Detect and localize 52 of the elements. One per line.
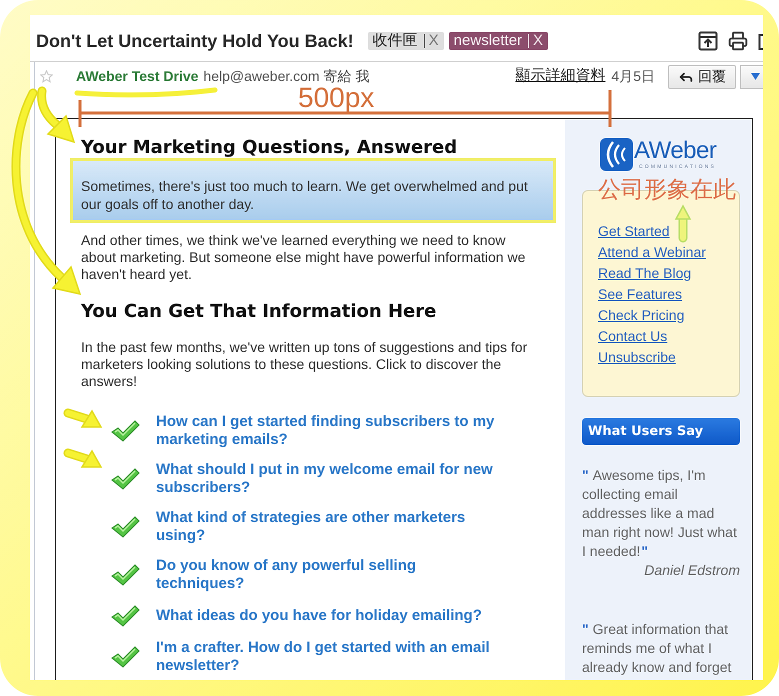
- annotation-arrow: [64, 448, 102, 468]
- remove-label-button[interactable]: X: [528, 34, 544, 48]
- question-link[interactable]: Do you know of any powerful selling techniques?: [156, 557, 504, 593]
- sidebar-link[interactable]: Contact Us: [598, 326, 668, 347]
- email-subject: Don't Let Uncertainty Hold You Back!: [36, 30, 354, 53]
- logo-icon: [600, 138, 633, 171]
- sidebar-link[interactable]: Read The Blog: [598, 263, 692, 284]
- sidebar-link[interactable]: Get Started: [598, 221, 670, 242]
- archive-box-icon[interactable]: [698, 31, 718, 51]
- remove-label-button[interactable]: X: [424, 34, 439, 48]
- check-mark-icon: [111, 646, 140, 668]
- body-paragraph: In the past few months, we've written up tons of suggestions and tips for marketers looking solutions to these questions. Click to discover the answers!: [81, 339, 528, 390]
- more-options-button[interactable]: [740, 64, 763, 88]
- check-mark-icon: [111, 516, 140, 538]
- check-mark-icon: [111, 468, 140, 490]
- sidebar-link[interactable]: Attend a Webinar: [598, 242, 706, 263]
- printer-icon[interactable]: [728, 31, 748, 51]
- annotation-note: 公司形象在此: [598, 176, 736, 202]
- sidebar-link[interactable]: Unsubscribe: [598, 347, 676, 368]
- testimonial-author: Daniel Edstrom: [644, 561, 740, 580]
- testimonial-quote: " Great information that reminds me of what I already know and forget: [582, 620, 732, 677]
- sender-name: AWeber Test Drive: [76, 67, 198, 86]
- question-link[interactable]: What ideas do you have for holiday emailing?: [156, 607, 504, 625]
- section-heading: Your Marketing Questions, Answered: [81, 137, 458, 158]
- annotation-arrow: [674, 204, 692, 242]
- label-text: newsletter: [454, 32, 522, 50]
- star-icon[interactable]: [40, 70, 53, 83]
- check-mark-icon: [111, 605, 140, 627]
- recipient-text: 寄給 我: [324, 67, 370, 86]
- section-heading: You Can Get That Information Here: [81, 301, 436, 322]
- highlighted-paragraph: Sometimes, there's just too much to learn. We get overwhelmed and put our goals off to another day.: [70, 158, 556, 223]
- logo-text: AWeber: [634, 138, 716, 164]
- question-link[interactable]: What kind of strategies are other marketers using?: [156, 509, 504, 545]
- question-link[interactable]: What should I put in my welcome email for new subscribers?: [156, 461, 504, 497]
- sidebar-link[interactable]: Check Pricing: [598, 305, 684, 326]
- dimension-label: 500px: [298, 83, 374, 113]
- message-date: 4月5日: [611, 67, 655, 86]
- check-mark-icon: [111, 564, 140, 586]
- annotation-arrow: [64, 408, 102, 428]
- label-text: 收件匣: [372, 32, 418, 50]
- testimonial-quote: " Awesome tips, I'm collecting email addresses like a mad man right now! Just what I needed!": [582, 466, 738, 561]
- sidebar-link[interactable]: See Features: [598, 284, 682, 305]
- question-link[interactable]: How can I get started finding subscribers to my marketing emails?: [156, 413, 504, 449]
- reply-button[interactable]: 回覆: [668, 64, 736, 88]
- check-mark-icon: [111, 420, 140, 442]
- new-window-icon[interactable]: [758, 31, 763, 51]
- show-details-link[interactable]: 顯示詳細資料: [515, 65, 606, 88]
- question-link[interactable]: I'm a crafter. How do I get started with an email newsletter?: [156, 639, 504, 675]
- section-header-bar: What Users Say: [582, 418, 740, 445]
- caret-icon: [751, 73, 760, 80]
- body-paragraph: And other times, we think we've learned everything we need to know about marketing. But someone else might have powerful information we haven't heard yet.: [81, 232, 526, 283]
- sender-email: help@aweber.com: [203, 67, 320, 86]
